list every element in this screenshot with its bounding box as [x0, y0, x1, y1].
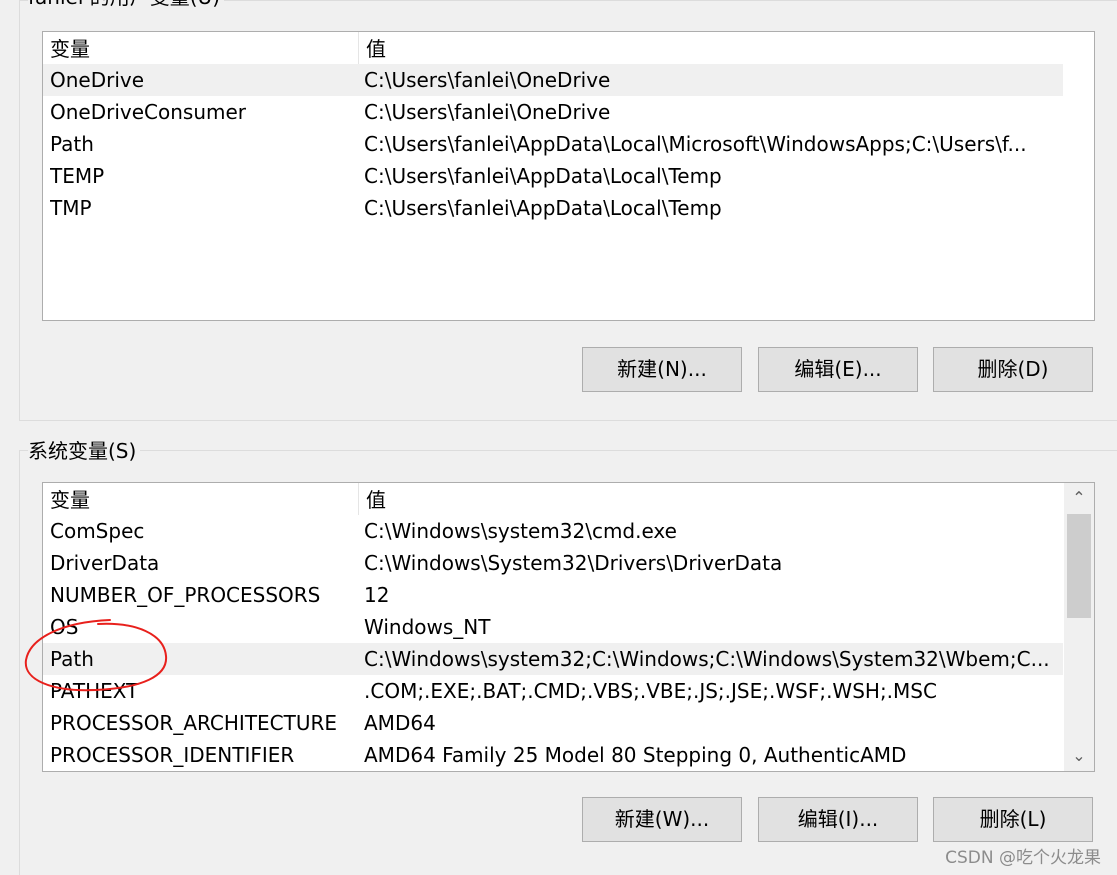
- table-row[interactable]: ComSpec C:\Windows\system32\cmd.exe: [43, 515, 1063, 547]
- user-new-button[interactable]: 新建(N)...: [582, 347, 742, 392]
- table-row[interactable]: TEMP C:\Users\fanlei\AppData\Local\Temp: [43, 160, 1063, 192]
- user-vars-list[interactable]: 变量 值 OneDrive C:\Users\fanlei\OneDrive One…: [42, 31, 1095, 321]
- chevron-up-icon[interactable]: ⌃: [1064, 483, 1094, 513]
- table-row[interactable]: TMP C:\Users\fanlei\AppData\Local\Temp: [43, 192, 1063, 224]
- variable-value-cell: C:\Windows\system32\cmd.exe: [364, 519, 677, 543]
- column-header-value[interactable]: 值: [359, 32, 1059, 64]
- variable-name-cell: OS: [50, 615, 79, 639]
- user-group-left-line: [19, 0, 20, 421]
- variable-name-cell: TEMP: [50, 164, 105, 188]
- variable-value-cell: C:\Users\fanlei\OneDrive: [364, 68, 611, 92]
- column-header-variable[interactable]: 变量: [43, 32, 359, 64]
- table-row[interactable]: Path C:\Users\fanlei\AppData\Local\Micros…: [43, 128, 1063, 160]
- column-header-value[interactable]: 值: [359, 483, 1059, 515]
- variable-name-cell: Path: [50, 132, 94, 156]
- system-vars-list[interactable]: 变量 值 ComSpec C:\Windows\system32\cmd.exe D…: [42, 482, 1095, 772]
- table-row[interactable]: OS Windows_NT: [43, 611, 1063, 643]
- variable-value-cell: C:\Users\fanlei\AppData\Local\Microsoft\…: [364, 132, 1027, 156]
- table-row[interactable]: OneDrive C:\Users\fanlei\OneDrive: [43, 64, 1063, 96]
- variable-value-cell: AMD64 Family 25 Model 80 Stepping 0, Aut…: [364, 743, 907, 767]
- variable-name-cell: DriverData: [50, 551, 160, 575]
- system-vars-rows: ComSpec C:\Windows\system32\cmd.exe Driver…: [43, 515, 1063, 771]
- table-row[interactable]: NUMBER_OF_PROCESSORS 12: [43, 579, 1063, 611]
- variable-value-cell: 12: [364, 583, 390, 607]
- system-group-top-line: [20, 450, 1117, 451]
- variable-name-cell: NUMBER_OF_PROCESSORS: [50, 583, 321, 607]
- system-group-left-line: [19, 450, 20, 875]
- variable-name-cell: PATHEXT: [50, 679, 139, 703]
- variable-value-cell: C:\Users\fanlei\AppData\Local\Temp: [364, 164, 722, 188]
- user-vars-rows: OneDrive C:\Users\fanlei\OneDrive OneDrive…: [43, 64, 1063, 224]
- system-delete-button[interactable]: 删除(L): [933, 797, 1093, 842]
- variable-name-cell: PROCESSOR_IDENTIFIER: [50, 743, 295, 767]
- variable-value-cell: Windows_NT: [364, 615, 491, 639]
- table-row[interactable]: Path C:\Windows\system32;C:\Windows;C:\Wi…: [43, 643, 1063, 675]
- variable-name-cell: PROCESSOR_ARCHITECTURE: [50, 711, 338, 735]
- variable-name-cell: Path: [50, 647, 94, 671]
- variable-value-cell: C:\Windows\System32\Drivers\DriverData: [364, 551, 783, 575]
- variable-name-cell: OneDrive: [50, 68, 145, 92]
- user-group-bottom-line: [19, 420, 1117, 421]
- variable-value-cell: C:\Users\fanlei\AppData\Local\Temp: [364, 196, 722, 220]
- user-vars-group-title: fanlei 的用户变量(U): [28, 0, 224, 9]
- variable-value-cell: C:\Windows\system32;C:\Windows;C:\Window…: [364, 647, 1050, 671]
- variable-name-cell: TMP: [50, 196, 92, 220]
- chevron-down-icon[interactable]: ⌄: [1064, 741, 1094, 771]
- variable-name-cell: OneDriveConsumer: [50, 100, 247, 124]
- watermark: CSDN @吃个火龙果: [945, 848, 1101, 868]
- system-vars-group-title: 系统变量(S): [28, 439, 141, 463]
- variable-value-cell: AMD64: [364, 711, 436, 735]
- table-row[interactable]: PROCESSOR_ARCHITECTURE AMD64: [43, 707, 1063, 739]
- user-vars-header: 变量 值: [43, 32, 1094, 64]
- variable-value-cell: .COM;.EXE;.BAT;.CMD;.VBS;.VBE;.JS;.JSE;.…: [364, 679, 937, 703]
- table-row[interactable]: OneDriveConsumer C:\Users\fanlei\OneDrive: [43, 96, 1063, 128]
- column-header-variable[interactable]: 变量: [43, 483, 359, 515]
- system-edit-button[interactable]: 编辑(I)...: [758, 797, 918, 842]
- table-row[interactable]: PROCESSOR_IDENTIFIER AMD64 Family 25 Mode…: [43, 739, 1063, 771]
- system-vars-header: 变量 值: [43, 483, 1094, 515]
- scrollbar-thumb[interactable]: [1067, 514, 1091, 618]
- user-edit-button[interactable]: 编辑(E)...: [758, 347, 918, 392]
- system-vars-scrollbar[interactable]: ⌃ ⌄: [1064, 483, 1094, 771]
- system-new-button[interactable]: 新建(W)...: [582, 797, 742, 842]
- variable-value-cell: C:\Users\fanlei\OneDrive: [364, 100, 611, 124]
- table-row[interactable]: PATHEXT .COM;.EXE;.BAT;.CMD;.VBS;.VBE;.JS…: [43, 675, 1063, 707]
- variable-name-cell: ComSpec: [50, 519, 145, 543]
- user-delete-button[interactable]: 删除(D): [933, 347, 1093, 392]
- table-row[interactable]: DriverData C:\Windows\System32\Drivers\Dr…: [43, 547, 1063, 579]
